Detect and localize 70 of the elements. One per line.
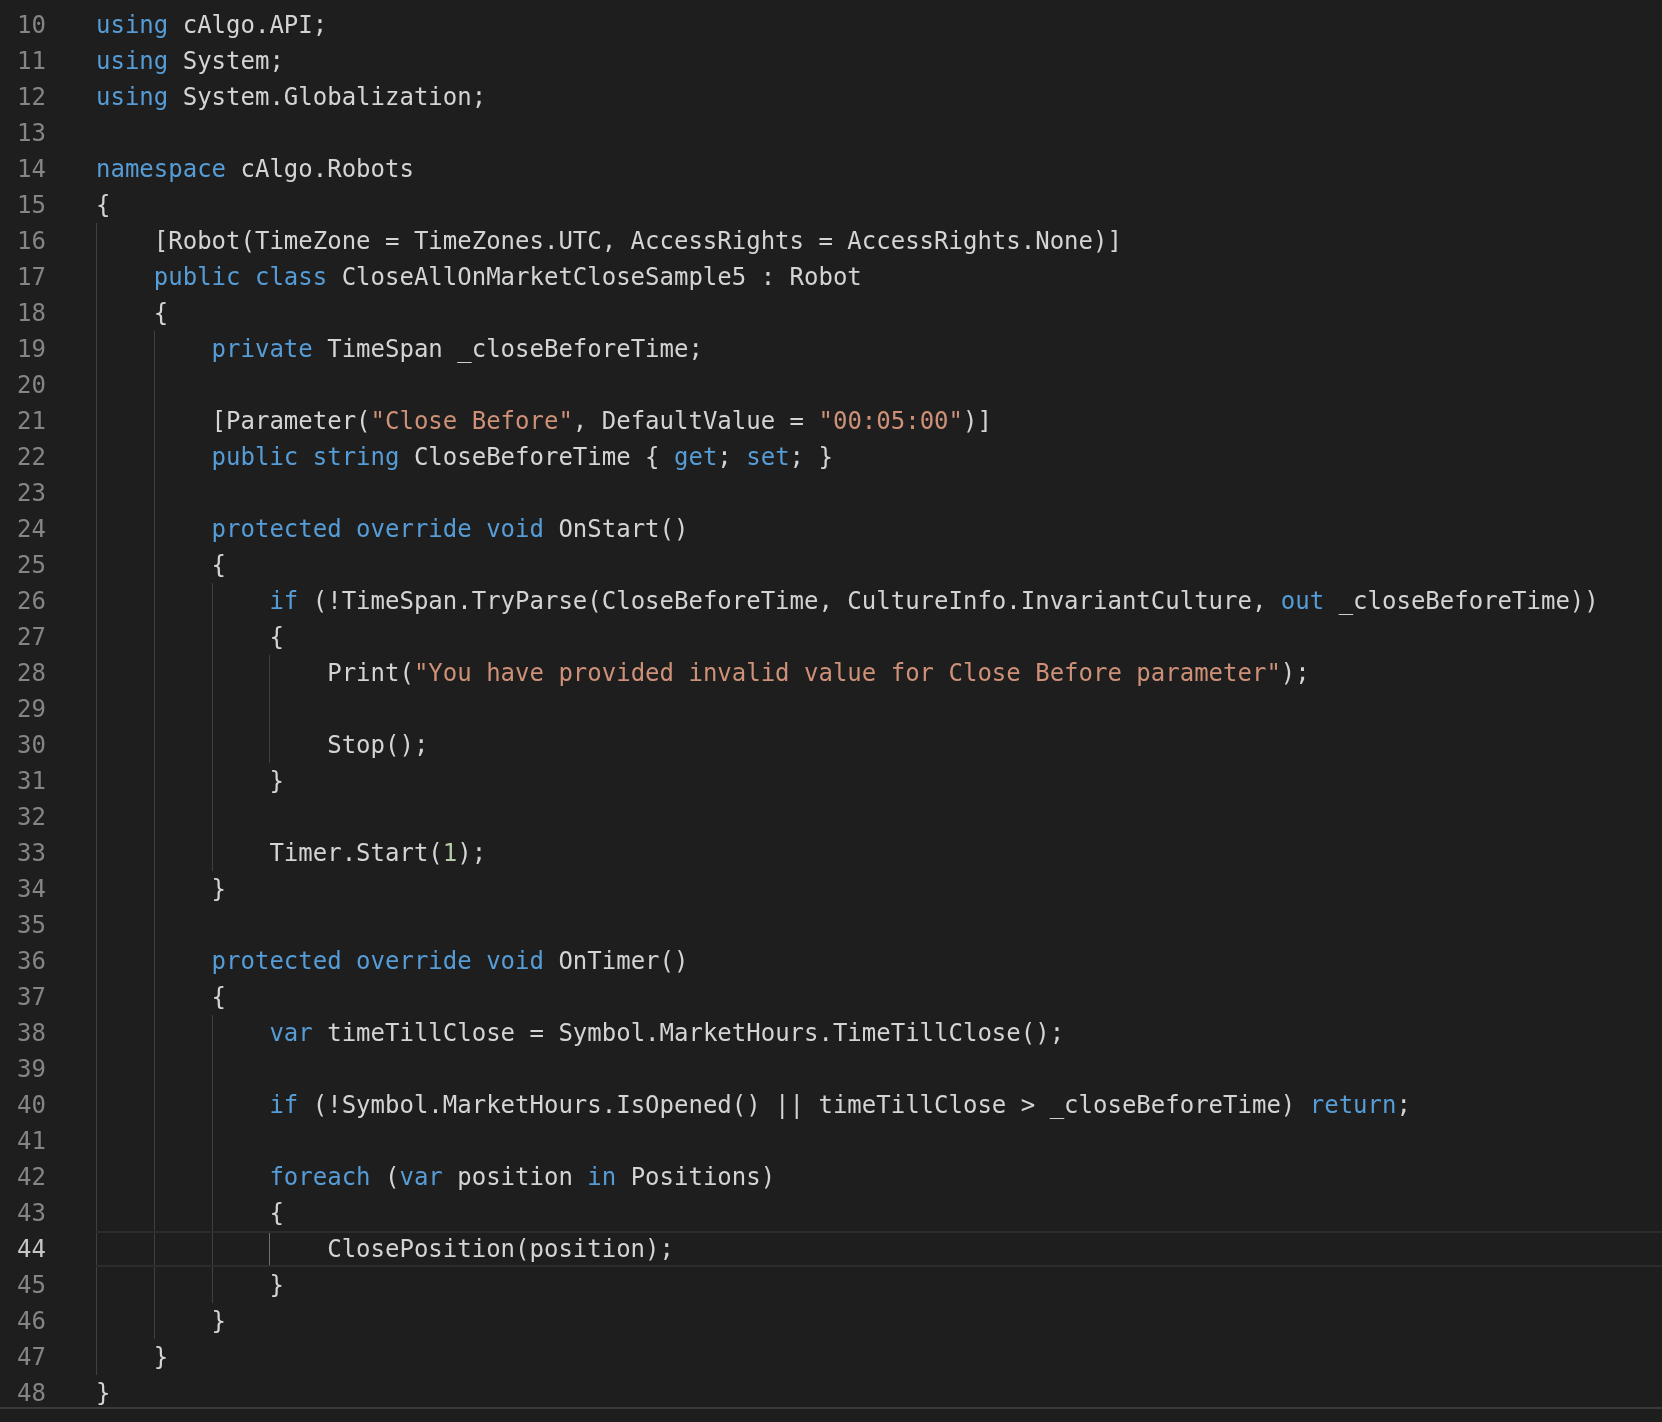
code-line: {: [268, 622, 284, 653]
code-line: ClosePosition(position);: [326, 1234, 674, 1265]
line-number: 47: [16, 1342, 46, 1373]
line-number: 15: [16, 190, 46, 221]
line-number: 32: [16, 802, 46, 833]
code-line: }: [210, 1306, 227, 1337]
line-number: 40: [16, 1090, 46, 1121]
code-line: var timeTillClose = Symbol.MarketHours.TimeTillClose();: [268, 1018, 1065, 1049]
code-line: public string CloseBeforeTime { get; set; }: [210, 442, 833, 473]
line-number: 38: [16, 1018, 46, 1049]
line-number: 37: [16, 982, 46, 1013]
line-number: 21: [16, 406, 46, 437]
code-line: [Parameter("Close Before", DefaultValue = "00:05:00")]: [210, 406, 992, 437]
line-number: 27: [16, 622, 46, 653]
line-number: 19: [16, 334, 46, 365]
code-line: }: [268, 766, 284, 797]
line-number: 20: [16, 370, 46, 401]
line-number: 44: [16, 1234, 46, 1265]
line-number: 22: [16, 442, 46, 473]
code-line: private TimeSpan _closeBeforeTime;: [210, 334, 703, 365]
line-number: 13: [16, 118, 46, 149]
line-number: 10: [16, 10, 46, 41]
line-number: 39: [16, 1054, 46, 1085]
code-line: {: [96, 190, 111, 221]
line-number: 45: [16, 1270, 46, 1301]
code-line: }: [152, 1342, 169, 1373]
code-line: [Robot(TimeZone = TimeZones.UTC, AccessRights = AccessRights.None)]: [152, 226, 1122, 257]
line-number: 41: [16, 1126, 46, 1157]
code-line: }: [210, 874, 227, 905]
code-line: protected override void OnStart(): [210, 514, 689, 545]
line-number: 11: [16, 46, 46, 77]
code-line: using System.Globalization;: [96, 82, 487, 113]
code-line: {: [210, 550, 227, 581]
code-line: using cAlgo.API;: [96, 10, 328, 41]
code-line: {: [210, 982, 227, 1013]
code-line: protected override void OnTimer(): [210, 946, 689, 977]
line-number: 25: [16, 550, 46, 581]
code-line: }: [96, 1378, 111, 1409]
line-number: 18: [16, 298, 46, 329]
code-line: Timer.Start(1);: [268, 838, 487, 869]
code-line: foreach (var position in Positions): [268, 1162, 776, 1193]
line-number: 24: [16, 514, 46, 545]
code-line: {: [152, 298, 169, 329]
code-line: public class CloseAllOnMarketCloseSample5 : Robot: [152, 262, 862, 293]
line-number: 33: [16, 838, 46, 869]
line-number: 14: [16, 154, 46, 185]
line-number: 26: [16, 586, 46, 617]
line-number: 31: [16, 766, 46, 797]
line-number: 42: [16, 1162, 46, 1193]
line-number: 48: [16, 1378, 46, 1409]
code-line: {: [268, 1198, 284, 1229]
line-number: 34: [16, 874, 46, 905]
code-line: namespace cAlgo.Robots: [96, 154, 414, 185]
line-number: 23: [16, 478, 46, 509]
code-line: using System;: [96, 46, 284, 77]
code-line: if (!TimeSpan.TryParse(CloseBeforeTime, CultureInfo.InvariantCulture, out _closeBeforeTime)): [268, 586, 1599, 617]
line-number: 35: [16, 910, 46, 941]
line-number: 12: [16, 82, 46, 113]
line-number: 28: [16, 658, 46, 689]
line-number: 43: [16, 1198, 46, 1229]
line-number: 30: [16, 730, 46, 761]
line-number: 16: [16, 226, 46, 257]
code-line: }: [268, 1270, 284, 1301]
line-number: 46: [16, 1306, 46, 1337]
line-number: 36: [16, 946, 46, 977]
line-number: 17: [16, 262, 46, 293]
code-line: Print("You have provided invalid value for Close Before parameter");: [326, 658, 1310, 689]
code-line: if (!Symbol.MarketHours.IsOpened() || timeTillClose > _closeBeforeTime) return;: [268, 1090, 1411, 1121]
code-line: Stop();: [326, 730, 429, 761]
line-number: 29: [16, 694, 46, 725]
